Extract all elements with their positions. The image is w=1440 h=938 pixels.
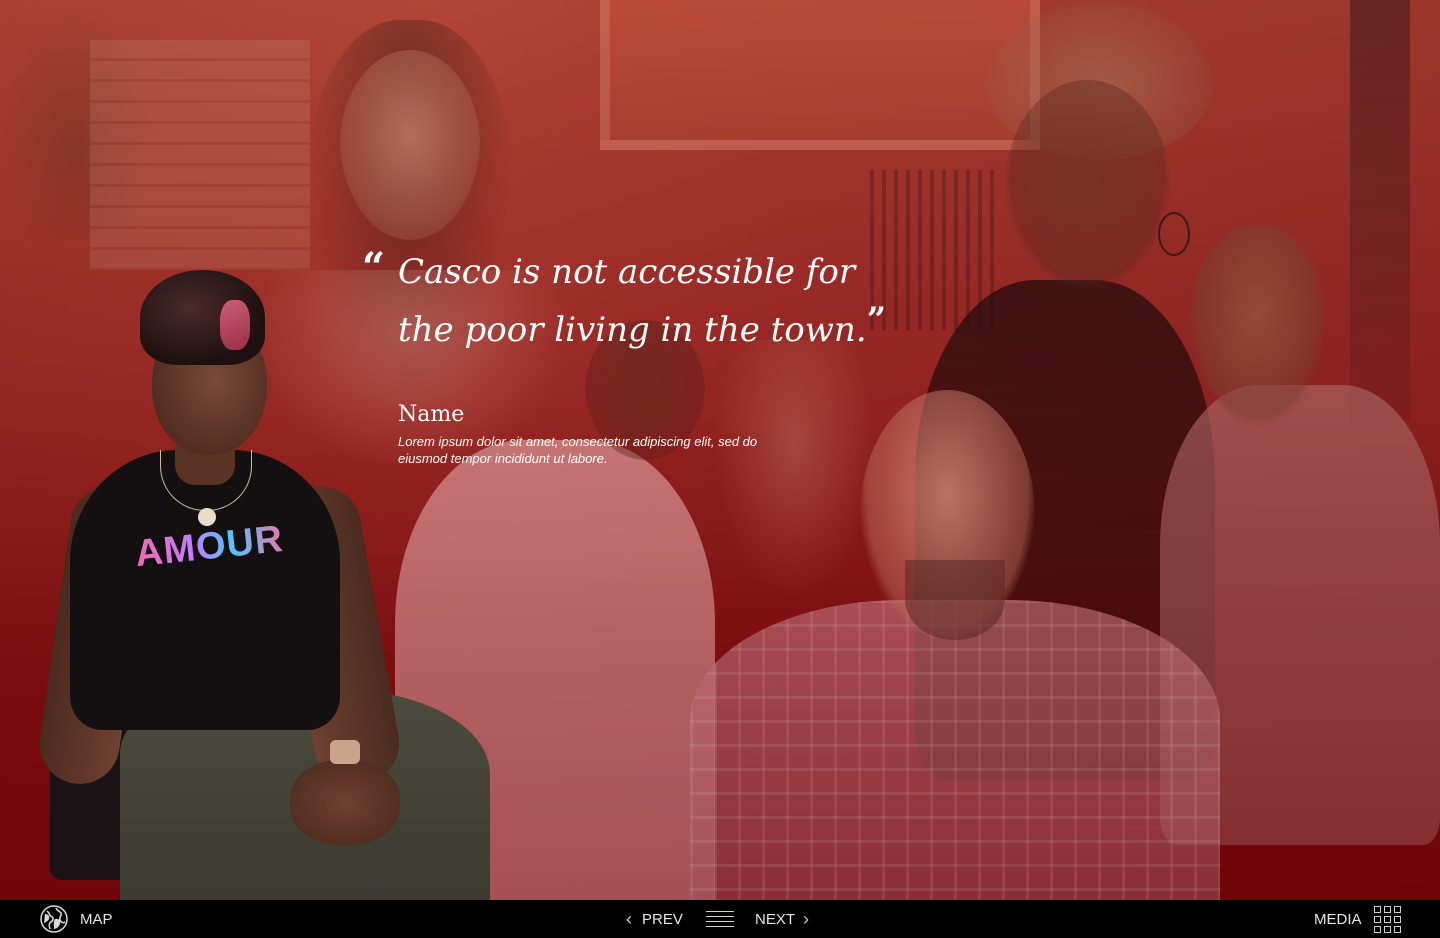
grid-icon: [1373, 905, 1401, 933]
prev-label: PREV: [642, 910, 683, 928]
globe-icon: [40, 905, 68, 933]
map-button[interactable]: MAP: [40, 900, 113, 938]
media-label: MEDIA: [1314, 910, 1362, 928]
background-person-woman-face: [340, 50, 480, 240]
speaker-hair-highlight: [220, 300, 250, 350]
background-earring: [1158, 212, 1190, 256]
speaker-description: Lorem ipsum dolor sit amet, consectetur …: [398, 434, 758, 466]
open-quote-mark: “: [362, 244, 386, 291]
chevron-left-icon: ‹: [626, 908, 632, 929]
background-wall: [90, 40, 310, 270]
close-quote-mark: ”: [866, 300, 887, 340]
bottom-navbar: MAP ‹ PREV NEXT › MEDIA: [0, 900, 1440, 938]
next-label: NEXT: [755, 910, 796, 928]
background-person-bald-body: [690, 600, 1220, 900]
speaker-watch: [330, 740, 360, 764]
background-person-afro-face: [1005, 80, 1170, 290]
hamburger-menu-icon: [706, 911, 734, 927]
chevron-right-icon: ›: [803, 908, 810, 929]
hero-background: AMOUR “ Casco is not accessible for the …: [0, 0, 1440, 900]
background-person-right-face: [1190, 225, 1325, 425]
speaker-name: Name: [398, 402, 465, 427]
quote-body: Casco is not accessible for the poor liv…: [398, 252, 867, 350]
background-painting: [600, 0, 1040, 150]
map-label: MAP: [80, 910, 113, 928]
next-button[interactable]: NEXT ›: [755, 900, 809, 938]
prev-button[interactable]: ‹ PREV: [626, 900, 683, 938]
quote-block: “ Casco is not accessible for the poor l…: [362, 248, 922, 467]
background-person-bald-beard: [905, 560, 1005, 640]
necklace-pendant: [198, 508, 216, 526]
media-button[interactable]: MEDIA: [1314, 900, 1401, 938]
menu-button[interactable]: [706, 900, 734, 938]
speaker-hands: [290, 760, 400, 845]
quote-text: Casco is not accessible for the poor liv…: [398, 248, 918, 354]
background-post: [1350, 0, 1410, 420]
